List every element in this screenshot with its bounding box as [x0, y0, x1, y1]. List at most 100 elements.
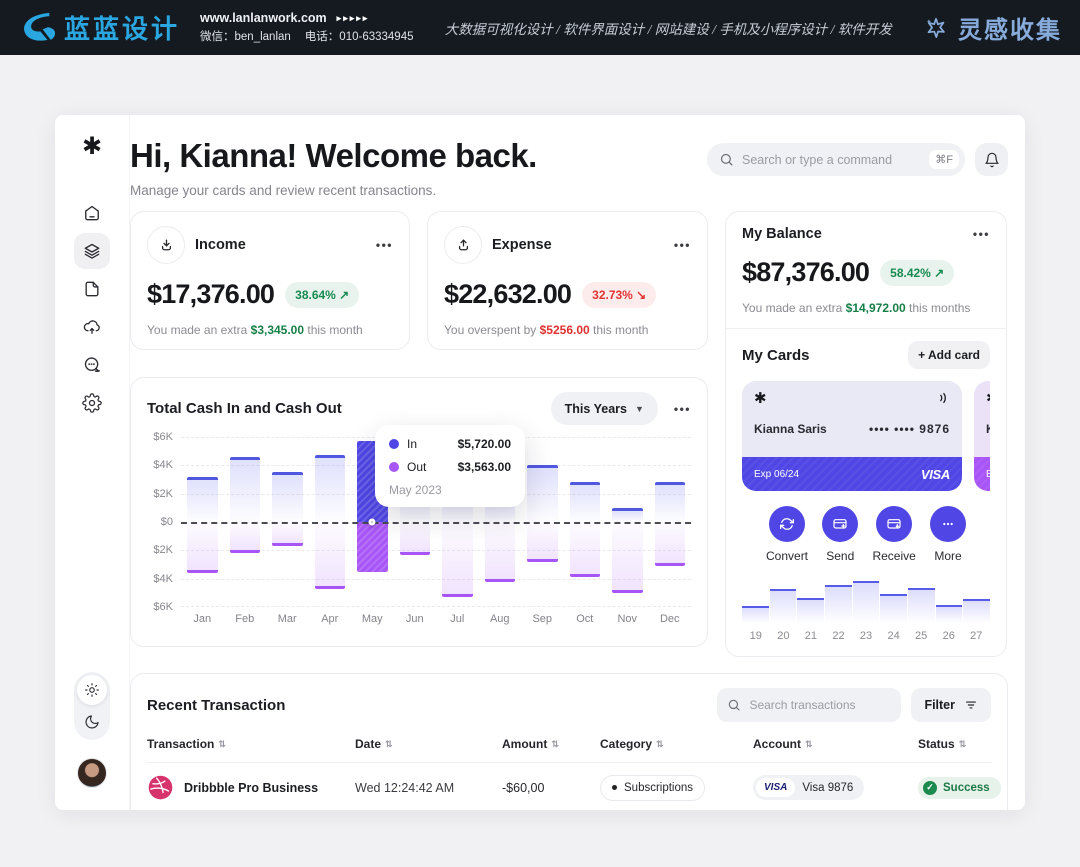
filter-button[interactable]: Filter [911, 688, 991, 722]
col-date[interactable]: Date⇅ [355, 737, 502, 751]
visa-logo: VISA [756, 778, 795, 797]
promo-banner: 蓝蓝设计 www.lanlanwork.com ▸▸▸▸▸ 微信：ben_lan… [0, 0, 1080, 55]
sort-icon: ⇅ [805, 739, 813, 750]
expense-card: Expense ••• $22,632.00 32.73% ↘ You over… [427, 211, 708, 350]
card-logo-icon: ✱ [986, 391, 990, 406]
sidebar-item-documents[interactable] [74, 271, 110, 307]
card-digits: •••• •••• 9876 [869, 422, 950, 436]
table-header-row: Transaction⇅ Date⇅ Amount⇅ Category⇅ Acc… [147, 737, 991, 763]
sidebar-item-messages[interactable] [74, 347, 110, 383]
transaction-name: Dribbble Pro Business [184, 781, 318, 795]
user-avatar[interactable] [77, 758, 107, 788]
expense-icon [444, 226, 482, 264]
wechat-label: 微信：ben_lanlan [200, 28, 291, 44]
add-card-button[interactable]: + Add card [908, 341, 990, 369]
chart-menu-button[interactable]: ••• [674, 402, 691, 416]
app-logo-icon[interactable]: ✱ [82, 135, 102, 159]
col-status[interactable]: Status⇅ [918, 737, 991, 751]
more-button[interactable]: More [930, 506, 966, 563]
income-icon [147, 226, 185, 264]
sidebar-item-dashboard[interactable] [74, 233, 110, 269]
account-badge: VISAVisa 9876 [753, 775, 864, 800]
command-search: ⌘F [707, 143, 965, 176]
contact-block: www.lanlanwork.com ▸▸▸▸▸ 微信：ben_lanlan 电… [200, 11, 413, 44]
in-dot [389, 439, 399, 449]
period-selector[interactable]: This Years ▼ [551, 392, 658, 425]
notifications-button[interactable] [975, 143, 1008, 176]
arrows-decoration: ▸▸▸▸▸ [337, 13, 370, 24]
transactions-search-input[interactable] [749, 698, 891, 712]
col-transaction[interactable]: Transaction⇅ [147, 737, 355, 751]
my-cards-title: My Cards [742, 347, 810, 364]
activity-mini-chart: 192021222324252627 [742, 579, 990, 642]
dark-mode-button[interactable] [77, 707, 107, 737]
balance-amount: $87,376.00 [742, 257, 869, 288]
bell-icon [984, 152, 1000, 168]
receive-button[interactable]: Receive [872, 506, 915, 563]
sidebar-item-settings[interactable] [74, 385, 110, 421]
transaction-date: Wed 12:24:42 AM [355, 781, 502, 795]
card-logo-icon: ✱ [754, 391, 767, 406]
transaction-amount: -$60,00 [502, 781, 600, 795]
balance-menu-button[interactable]: ••• [973, 227, 990, 241]
recent-transactions-card: Recent Transaction Filter Transaction⇅ D… [130, 673, 1008, 810]
convert-button[interactable]: Convert [766, 506, 808, 563]
send-button[interactable]: Send [822, 506, 858, 563]
expense-caption: You overspent by $5256.00 this month [444, 323, 691, 337]
income-menu-button[interactable]: ••• [376, 238, 393, 252]
receive-card-icon [886, 516, 902, 532]
card-expiry: Exp 06/24 [754, 469, 799, 480]
services-list: 大数据可视化设计 / 软件界面设计 / 网站建设 / 手机及小程序设计 / 软件… [433, 18, 903, 38]
brand: 蓝蓝设计 [18, 9, 180, 46]
main-content: Hi, Kianna! Welcome back. Manage your ca… [130, 115, 1008, 810]
website-link[interactable]: www.lanlanwork.com [200, 11, 327, 25]
category-badge: Subscriptions [600, 775, 705, 801]
balance-label: My Balance [742, 226, 822, 242]
expense-label: Expense [492, 237, 552, 253]
sort-icon: ⇅ [656, 739, 664, 750]
send-card-icon [832, 516, 848, 532]
category-dot [612, 785, 617, 790]
search-input[interactable] [742, 153, 921, 167]
quick-actions: Convert Send Receive More [742, 506, 990, 563]
status-badge: ✓Success [918, 777, 1001, 799]
col-amount[interactable]: Amount⇅ [502, 737, 600, 751]
page-subtitle: Manage your cards and review recent tran… [130, 183, 537, 198]
sidebar-nav [74, 195, 110, 421]
expense-menu-button[interactable]: ••• [674, 238, 691, 252]
collect-label: 灵感收集 [958, 10, 1062, 45]
more-dots-icon [940, 516, 956, 532]
chart-title: Total Cash In and Cash Out [147, 400, 342, 417]
income-trend-badge: 38.64% ↗ [285, 282, 359, 308]
credit-card-secondary[interactable]: ✱ Kianna Saris Exp 06/24 VISA [974, 381, 990, 491]
page-title: Hi, Kianna! Welcome back. [130, 137, 537, 175]
col-account[interactable]: Account⇅ [753, 737, 918, 751]
income-card: Income ••• $17,376.00 38.64% ↗ You made … [130, 211, 410, 350]
transactions-title: Recent Transaction [147, 697, 285, 714]
cash-flow-card: Total Cash In and Cash Out This Years ▼ … [130, 377, 708, 647]
balance-trend-badge: 58.42% ↗ [880, 260, 954, 286]
zero-line [181, 522, 691, 524]
col-category[interactable]: Category⇅ [600, 737, 753, 751]
check-icon: ✓ [923, 781, 937, 795]
sort-icon: ⇅ [218, 739, 226, 750]
balance-card: My Balance ••• $87,376.00 58.42% ↗ You m… [725, 211, 1007, 657]
balance-caption: You made an extra $14,972.00 this months [742, 301, 990, 315]
y-axis-labels: $6K$4K$2K$0$2K$4K$6K [147, 437, 181, 607]
expense-amount: $22,632.00 [444, 279, 571, 310]
mini-plot [742, 579, 990, 623]
sidebar-item-cloud[interactable] [74, 309, 110, 345]
lanlan-logo-icon [18, 10, 56, 46]
sidebar-item-home[interactable] [74, 195, 110, 231]
month-labels: JanFebMarAprMayJunJulAugSepOctNovDec [181, 613, 691, 625]
light-mode-button[interactable] [77, 675, 107, 705]
brand-name: 蓝蓝设计 [64, 9, 180, 46]
phone-label: 电话：010-63334945 [305, 28, 414, 44]
credit-card-primary[interactable]: ✱ Kianna Saris •••• •••• 9876 Exp 06/24 … [742, 381, 962, 491]
contactless-icon [936, 391, 950, 405]
sparkle-star-icon [923, 15, 949, 41]
card-holder: Kianna Saris [986, 422, 990, 436]
table-row[interactable]: Dribbble Pro Business Wed 12:24:42 AM -$… [147, 763, 991, 810]
search-icon [719, 152, 734, 167]
out-dot [389, 462, 399, 472]
